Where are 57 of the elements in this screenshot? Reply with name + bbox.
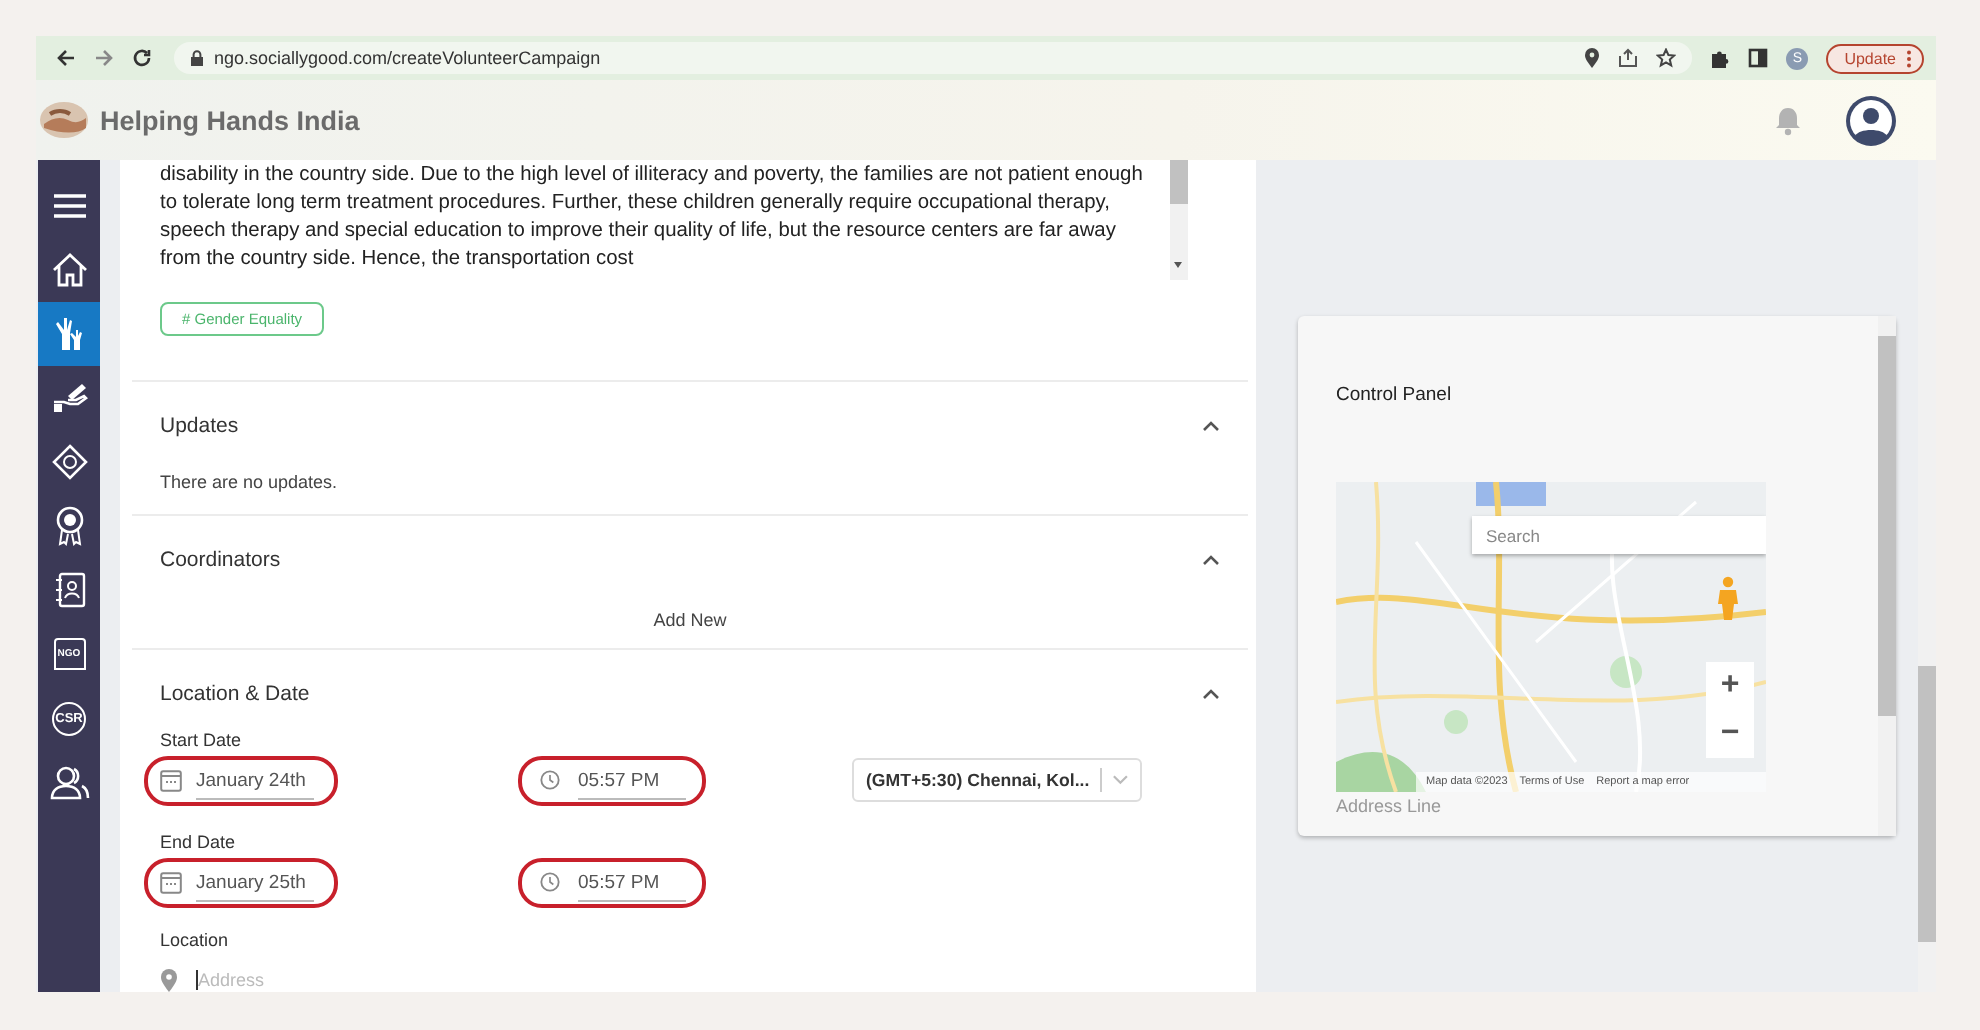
update-button[interactable]: Update <box>1826 43 1924 73</box>
date-value: January 25th <box>196 871 314 901</box>
sidebar-icon[interactable] <box>1748 48 1769 68</box>
add-new-link[interactable]: Add New <box>653 609 727 629</box>
section-title: Location & Date <box>160 682 310 706</box>
time-value: 05:57 PM <box>578 769 686 799</box>
reload-icon[interactable] <box>132 48 152 68</box>
location-icon[interactable] <box>1584 48 1601 68</box>
address-bar[interactable]: ngo.sociallygood.com/createVolunteerCampaign <box>174 42 1693 74</box>
calendar-icon <box>160 768 182 792</box>
back-icon[interactable] <box>56 48 76 68</box>
timezone-select[interactable]: (GMT+5:30) Chennai, Kol... <box>852 758 1142 802</box>
end-time-field[interactable]: 05:57 PM <box>518 857 706 907</box>
app-title: Helping Hands India <box>100 105 360 135</box>
badge-icon <box>51 444 87 480</box>
panel-title: Control Panel <box>1336 384 1454 406</box>
user-avatar[interactable] <box>1846 95 1896 145</box>
start-date-field[interactable]: January 24th <box>144 755 338 805</box>
logo-icon[interactable] <box>40 100 88 140</box>
scrollbar-thumb[interactable] <box>1878 336 1896 716</box>
description-text: disability in the country side. Due to the high level of illiteracy and poverty, the families are not patient enough to tolerate long term treatment procedures. Further, these children generally require occupational therapy, speech therapy and special education to improve their quality of life, but the resource centers are far away from the country side. Hence, the transportation cost <box>160 162 1145 274</box>
field-label: End Date <box>160 832 238 852</box>
start-time-field[interactable]: 05:57 PM <box>518 755 706 805</box>
url-text: ngo.sociallygood.com/createVolunteerCampaign <box>214 48 601 68</box>
clock-icon <box>540 768 560 792</box>
chevron-icon[interactable] <box>1202 553 1220 565</box>
raised-hands-icon <box>51 316 87 352</box>
clock-icon <box>540 870 560 894</box>
section-title: Updates <box>160 414 239 438</box>
award-icon <box>53 506 85 546</box>
address-line-input[interactable]: Address Line <box>1336 796 1570 816</box>
calendar-icon <box>160 870 182 894</box>
users-icon <box>49 764 89 800</box>
scroll-down-icon[interactable] <box>1174 262 1182 272</box>
chevron-icon[interactable] <box>1202 420 1220 432</box>
map-search-field[interactable]: Search <box>1472 516 1766 554</box>
more-icon <box>1906 49 1912 67</box>
time-value: 05:57 PM <box>578 871 686 901</box>
contact-book-icon <box>53 572 85 608</box>
home-icon <box>51 252 87 288</box>
star-icon[interactable] <box>1656 48 1677 68</box>
end-date-field[interactable]: January 25th <box>144 857 338 907</box>
puzzle-icon[interactable] <box>1710 48 1731 68</box>
chevron-icon[interactable] <box>1202 688 1220 700</box>
field-label: Location <box>160 930 231 950</box>
lock-icon <box>190 50 204 66</box>
forward-icon[interactable] <box>94 48 114 68</box>
menu-icon <box>53 194 85 218</box>
scrollbar-thumb[interactable] <box>1170 160 1188 204</box>
date-value: January 24th <box>196 769 314 799</box>
chevron-down-icon <box>1111 774 1128 786</box>
field-label: Start Date <box>160 730 244 750</box>
hand-holding-card-icon <box>51 382 87 414</box>
share-icon[interactable] <box>1618 48 1639 68</box>
updates-text: There are no updates. <box>160 472 340 492</box>
section-title: Coordinators <box>160 547 281 571</box>
page-scrollbar-thumb[interactable] <box>1918 666 1936 942</box>
